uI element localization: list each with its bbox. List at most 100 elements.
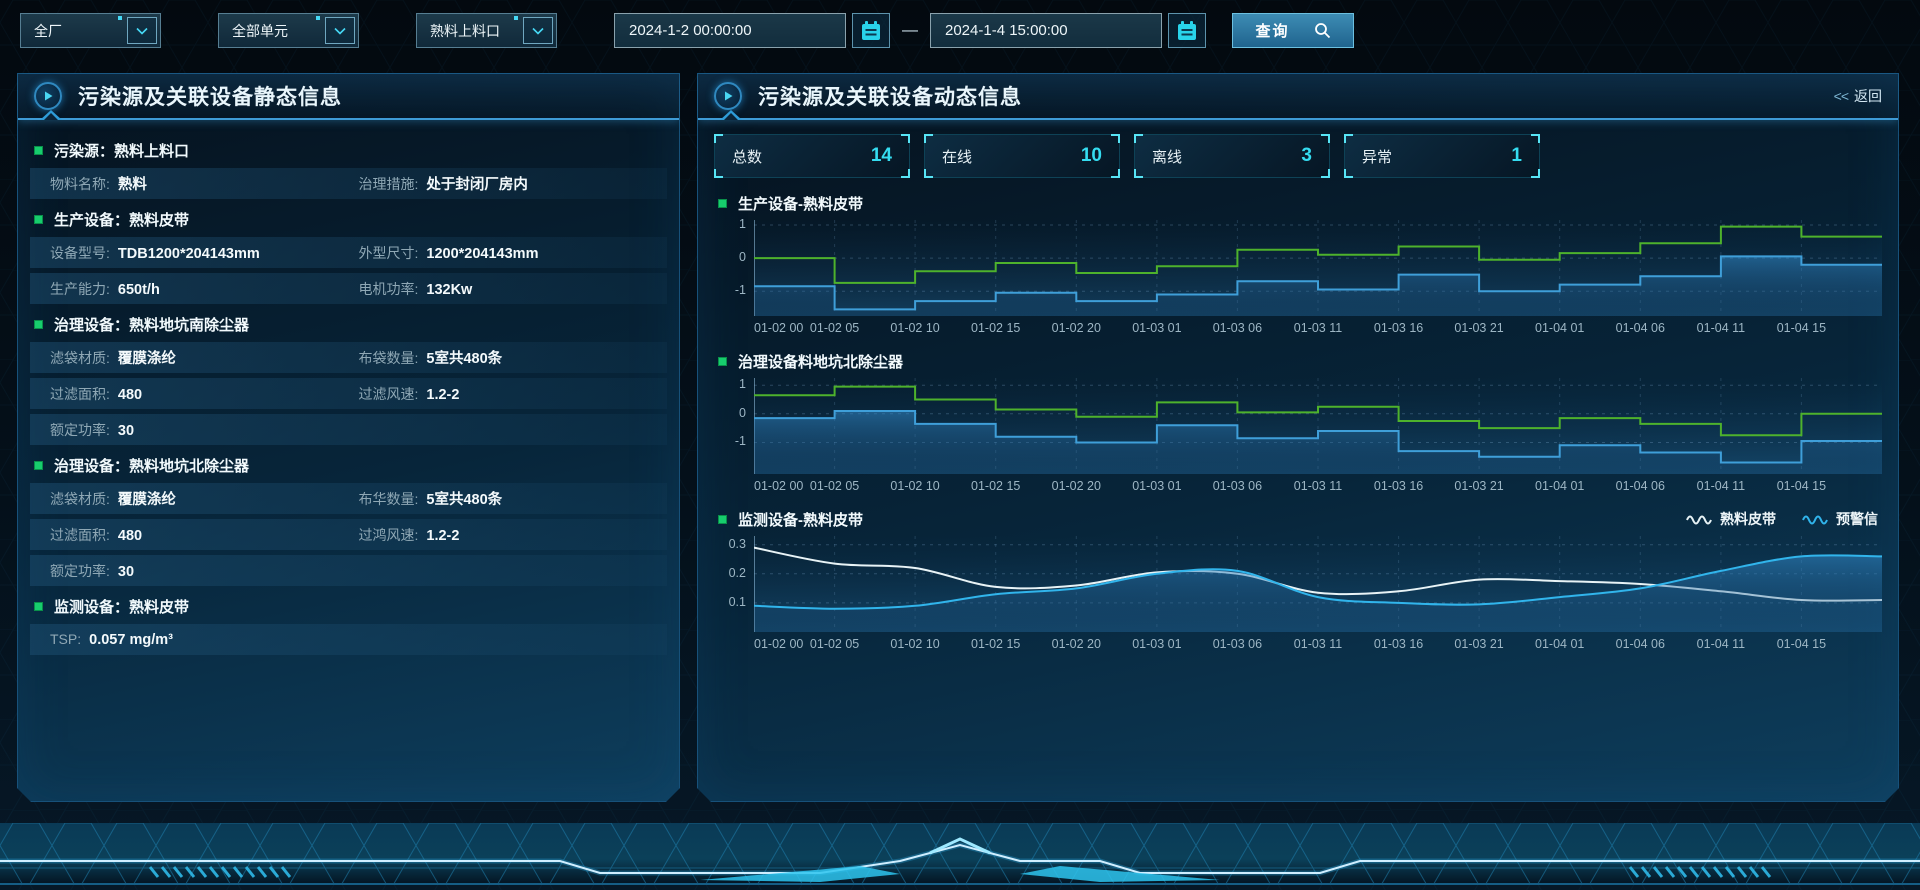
y-tick-label: 0.2 — [714, 566, 746, 580]
y-tick-label: 0 — [714, 406, 746, 420]
x-tick-label: 01-03 06 — [1213, 479, 1262, 493]
info-label: 过滤面积: — [50, 384, 110, 404]
info-cell: 设备型号:TDB1200*204143mm — [50, 243, 359, 263]
info-cell: 额定功率:30 — [50, 420, 359, 440]
y-tick-label: 0.1 — [714, 595, 746, 609]
y-tick-label: 1 — [714, 377, 746, 391]
back-arrows: << — [1834, 88, 1848, 104]
chart-header: 生产设备-熟料皮带 — [718, 190, 1882, 216]
info-cell: 布华数量:5室共480条 — [359, 488, 668, 509]
x-tick-label: 01-02 10 — [890, 479, 939, 493]
x-tick-label: 01-02 05 — [810, 637, 859, 651]
footer-decoration — [0, 823, 1920, 890]
back-button[interactable]: <<返回 — [1834, 86, 1882, 106]
unit-select[interactable]: 全部单元 — [218, 13, 359, 48]
section-header: 污染源：熟料上料口 — [34, 135, 667, 165]
date-to-calendar-button[interactable] — [1168, 13, 1206, 48]
chart-plot-area — [754, 378, 1882, 474]
x-tick-label: 01-04 11 — [1697, 479, 1745, 493]
x-tick-label: 01-02 00 — [754, 321, 803, 335]
info-label: 治理措施: — [359, 174, 419, 194]
info-value: 1200*204143mm — [426, 246, 538, 262]
info-value: 0.057 mg/m³ — [89, 632, 173, 648]
info-row: 过滤面积:480过鸿风速:1.2-2 — [30, 519, 667, 550]
section-header: 监测设备：熟料皮带 — [34, 591, 667, 621]
stat-value: 3 — [1301, 145, 1312, 167]
x-tick-label: 01-03 16 — [1374, 321, 1423, 335]
x-tick-label: 01-02 10 — [890, 637, 939, 651]
date-to-value: 2024-1-4 15:00:00 — [931, 22, 1161, 39]
info-value: 480 — [118, 528, 142, 544]
header-arrow-decoration — [720, 110, 742, 120]
plant-select[interactable]: 全厂 — [20, 13, 161, 48]
x-tick-label: 01-03 16 — [1374, 637, 1423, 651]
info-value: 覆膜涤纶 — [118, 488, 176, 509]
stat-card-1: 在线 10 — [924, 134, 1120, 178]
source-select[interactable]: 熟料上料口 — [416, 13, 557, 48]
green-square-icon — [34, 602, 43, 611]
stat-label: 在线 — [942, 146, 972, 167]
info-row: 设备型号:TDB1200*204143mm外型尺寸: 1200*204143mm — [30, 237, 667, 268]
x-tick-label: 01-03 11 — [1294, 321, 1342, 335]
stat-value: 1 — [1511, 145, 1522, 167]
static-info-panel: 污染源及关联设备静态信息 污染源：熟料上料口物料名称:熟料治理措施:处于封闭厂房… — [17, 73, 680, 802]
date-to-input[interactable]: 2024-1-4 15:00:00 — [930, 13, 1162, 48]
date-from-calendar-button[interactable] — [852, 13, 890, 48]
info-row: 滤袋材质:覆膜涤纶布袋数量:5室共480条 — [30, 342, 667, 373]
x-tick-label: 01-02 15 — [971, 637, 1020, 651]
info-row: 生产能力:650t/h电机功率:132Kw — [30, 273, 667, 304]
corner-bracket-decoration — [901, 134, 910, 143]
plant-select-value: 全厂 — [21, 21, 127, 41]
info-cell: 过滤风速:1.2-2 — [359, 384, 668, 404]
x-tick-label: 01-02 00 — [754, 637, 803, 651]
chart-plot-area — [754, 536, 1882, 632]
x-tick-label: 01-04 06 — [1616, 637, 1665, 651]
date-range-separator: — — [902, 22, 918, 40]
dynamic-info-panel-title: 污染源及关联设备动态信息 — [758, 81, 1022, 111]
x-tick-label: 01-02 20 — [1052, 321, 1101, 335]
legend-item-1[interactable]: 预警信 — [1802, 509, 1878, 529]
x-tick-label: 01-03 21 — [1454, 479, 1503, 493]
stat-label: 异常 — [1362, 146, 1392, 167]
green-square-icon — [34, 461, 43, 470]
section-header-label: 治理设备：熟料地坑南除尘器 — [54, 314, 249, 335]
info-cell: 生产能力:650t/h — [50, 279, 359, 299]
chart-block-2: 监测设备-熟料皮带熟料皮带预警信0.30.20.101-02 0001-02 0… — [714, 506, 1882, 654]
corner-bracket-decoration — [901, 169, 910, 178]
x-tick-label: 01-03 11 — [1294, 479, 1342, 493]
stat-value: 10 — [1081, 145, 1102, 167]
dynamic-info-body: 总数14在线10离线3异常1 生产设备-熟料皮带10-101-02 0001-0… — [698, 120, 1898, 654]
corner-bracket-decoration — [714, 134, 723, 143]
section-header-label: 治理设备：熟料地坑北除尘器 — [54, 455, 249, 476]
dynamic-info-panel-header: 污染源及关联设备动态信息 <<返回 — [698, 74, 1898, 120]
info-cell: 额定功率:30 — [50, 561, 359, 581]
x-tick-label: 01-04 06 — [1616, 321, 1665, 335]
charts-area: 生产设备-熟料皮带10-101-02 0001-02 0501-02 1001-… — [714, 190, 1882, 654]
legend-label: 预警信 — [1836, 509, 1878, 529]
date-from-input[interactable]: 2024-1-2 00:00:00 — [614, 13, 846, 48]
corner-bracket-decoration — [924, 169, 933, 178]
info-value: 480 — [118, 387, 142, 403]
chart-title: 生产设备-熟料皮带 — [738, 193, 863, 214]
query-button[interactable]: 查询 — [1232, 13, 1354, 48]
info-value: 熟料 — [118, 173, 147, 194]
info-row: 物料名称:熟料治理措施:处于封闭厂房内 — [30, 168, 667, 199]
chart-block-0: 生产设备-熟料皮带10-101-02 0001-02 0501-02 1001-… — [714, 190, 1882, 338]
info-value: TDB1200*204143mm — [118, 246, 260, 262]
x-tick-label: 01-02 05 — [810, 321, 859, 335]
filter-toolbar: 全厂 全部单元 熟料上料口 2024-1-2 00:00:00 — 2024-1… — [0, 0, 1920, 52]
info-row: 额定功率:30 — [30, 555, 667, 586]
info-row: 过滤面积: 480 过滤风速:1.2-2 — [30, 378, 667, 409]
x-tick-label: 01-03 06 — [1213, 321, 1262, 335]
x-tick-label: 01-03 06 — [1213, 637, 1262, 651]
plot-wrap: 10-101-02 0001-02 0501-02 1001-02 1501-0… — [754, 378, 1882, 496]
info-label: 过鸿风速: — [359, 525, 419, 545]
y-tick-label: -1 — [714, 283, 746, 297]
info-label: 外型尺寸: — [359, 243, 419, 263]
legend-item-0[interactable]: 熟料皮带 — [1686, 509, 1776, 529]
corner-bracket-decoration — [714, 169, 723, 178]
dynamic-info-panel: 污染源及关联设备动态信息 <<返回 总数14在线10离线3异常1 生产设备-熟料… — [697, 73, 1899, 802]
info-label: 过滤风速: — [359, 384, 419, 404]
chart-header: 治理设备料地坑北除尘器 — [718, 348, 1882, 374]
info-cell: 治理措施:处于封闭厂房内 — [359, 173, 668, 194]
